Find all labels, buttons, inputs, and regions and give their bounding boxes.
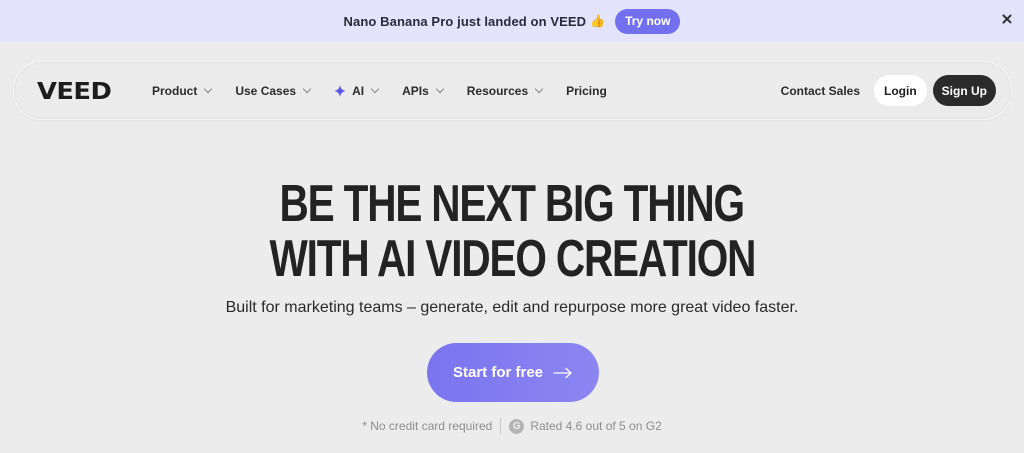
hero-subtitle: Built for marketing teams – generate, ed…: [225, 299, 799, 316]
nav-item-label: APIs: [402, 83, 429, 98]
arrow-right-icon: [553, 367, 572, 378]
chevron-down-icon: [435, 84, 444, 93]
nav-item-ai[interactable]: AI: [334, 83, 380, 98]
announcement-banner: Nano Banana Pro just landed on VEED 👍 Tr…: [0, 0, 1024, 42]
hero-title-line-1: BE THE NEXT BIG THING: [279, 175, 746, 233]
nav-menu: Product Use Cases AI APIs Resources Pric…: [152, 62, 631, 119]
nav-item-label: Pricing: [566, 83, 607, 98]
nav-item-label: Product: [152, 83, 198, 98]
nav-item-product[interactable]: Product: [152, 83, 213, 98]
hero-title: BE THE NEXT BIG THING WITH AI VIDEO CREA…: [0, 177, 1024, 287]
start-for-free-button[interactable]: Start for free: [427, 343, 599, 402]
try-now-button[interactable]: Try now: [615, 8, 681, 34]
nav-item-apis[interactable]: APIs: [402, 83, 444, 98]
nav-item-use-cases[interactable]: Use Cases: [235, 83, 312, 98]
nav-item-label: AI: [352, 83, 365, 98]
hero-title-line-2: WITH AI VIDEO CREATION: [269, 230, 756, 288]
nav-item-resources[interactable]: Resources: [466, 83, 544, 98]
chevron-down-icon: [534, 84, 544, 93]
nav-item-pricing[interactable]: Pricing: [566, 84, 607, 98]
thumbs-up-icon: 👍: [590, 14, 606, 28]
nav-item-label: Resources: [466, 83, 529, 98]
main-navbar: VEED Product Use Cases AI APIs Resources…: [13, 61, 1012, 120]
chevron-down-icon: [370, 84, 380, 93]
sign-up-button[interactable]: Sign Up: [932, 75, 996, 106]
hero-footnote: * No credit card required G Rated 4.6 ou…: [0, 418, 1024, 434]
announcement-text: Nano Banana Pro just landed on VEED: [343, 13, 587, 29]
veed-logo[interactable]: VEED: [37, 79, 112, 105]
cta-label: Start for free: [452, 364, 544, 381]
rating-text: Rated 4.6 out of 5 on G2: [530, 419, 662, 433]
chevron-down-icon: [302, 84, 312, 93]
login-button[interactable]: Login: [874, 75, 927, 106]
divider: [500, 418, 502, 434]
nav-actions: Contact Sales Login Sign Up: [781, 75, 996, 106]
close-icon[interactable]: [999, 12, 1015, 28]
chevron-down-icon: [204, 84, 213, 93]
no-card-note: * No credit card required: [362, 419, 493, 433]
contact-sales-link[interactable]: Contact Sales: [781, 84, 860, 98]
g2-logo-icon: G: [509, 418, 525, 434]
nav-item-label: Use Cases: [235, 83, 297, 98]
sparkle-icon: [334, 84, 347, 97]
